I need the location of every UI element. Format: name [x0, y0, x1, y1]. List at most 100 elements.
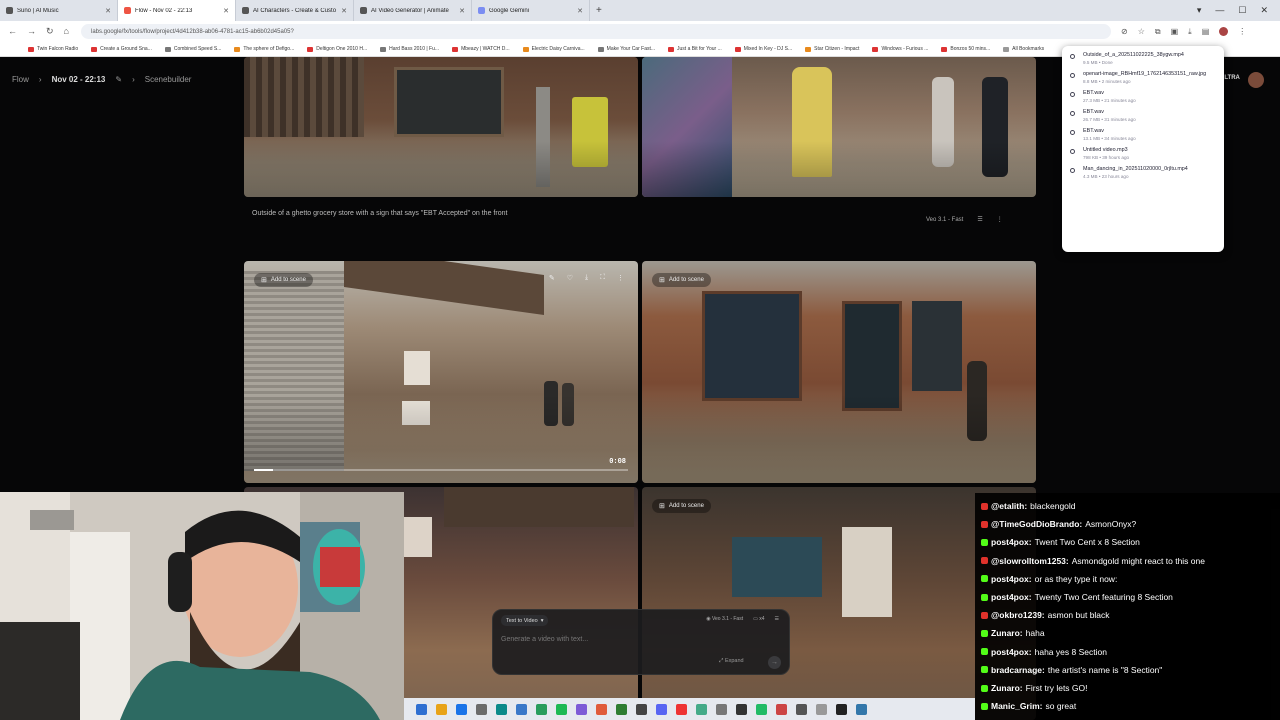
bookmark-item[interactable]: Mixed In Key - DJ S... — [734, 46, 792, 52]
bookmark-item[interactable]: Hard Bass 2010 | Fu... — [380, 46, 439, 52]
reload-icon[interactable]: ↻ — [46, 26, 54, 37]
taskbar-app-icon[interactable] — [676, 703, 687, 715]
taskbar-app-icon[interactable] — [516, 703, 527, 715]
tab-flow[interactable]: Flow - Nov 02 - 22:13 ✕ — [118, 0, 236, 21]
taskbar-app-icon[interactable] — [636, 703, 647, 715]
maximize-icon[interactable]: ☐ — [1238, 5, 1246, 16]
split-icon[interactable]: ▤ — [1202, 27, 1210, 37]
taskbar-app-icon[interactable] — [436, 703, 447, 715]
output-count[interactable]: ▭ x4 — [753, 616, 764, 622]
taskbar-app-icon[interactable] — [616, 703, 627, 715]
close-icon[interactable]: ✕ — [341, 7, 347, 15]
model-selector[interactable]: ◉ Veo 3.1 - Fast — [706, 616, 743, 622]
hide-icon[interactable]: ⊘ — [1121, 27, 1128, 37]
favorite-heart-icon[interactable]: ♡ — [567, 274, 573, 282]
bookmark-item[interactable]: Star Citizen - Impact — [805, 46, 859, 52]
mode-selector[interactable]: Text to Video ▾ — [501, 615, 549, 626]
taskbar-app-icon[interactable] — [476, 703, 487, 715]
taskbar-app-icon[interactable] — [416, 703, 427, 715]
minimize-icon[interactable]: — — [1215, 5, 1224, 16]
bookmark-item[interactable]: Create a Ground Sna... — [91, 46, 152, 52]
taskbar-app-icon[interactable] — [756, 703, 767, 715]
all-bookmarks[interactable]: All Bookmarks — [1003, 46, 1044, 52]
extensions-icon[interactable]: ⧉ — [1155, 27, 1161, 37]
bookmark-item[interactable]: Twin Falcon Radio — [28, 46, 78, 52]
add-to-scene-button[interactable]: ⊞ Add to scene — [652, 273, 711, 287]
bookmark-item[interactable]: Bonzos 50 mins... — [941, 46, 990, 52]
bookmark-item[interactable]: Deltigon One 2010 H... — [307, 46, 367, 52]
account-avatar[interactable] — [1248, 72, 1264, 88]
taskbar-app-icon[interactable] — [696, 703, 707, 715]
scenebuilder-link[interactable]: Scenebuilder — [145, 75, 192, 84]
bookmark-item[interactable]: The sphere of Defigo... — [234, 46, 294, 52]
download-item[interactable]: EBT.wav 26.7 MB • 31 minutes ago — [1070, 109, 1216, 122]
video-clip-r1-left[interactable] — [244, 57, 638, 197]
taskbar-app-icon[interactable] — [716, 703, 727, 715]
sidebar-icon[interactable]: ▣ — [1171, 27, 1179, 37]
close-icon[interactable]: ✕ — [459, 7, 465, 15]
expand-button[interactable]: ⤢ Expand — [719, 658, 744, 665]
edit-icon[interactable]: ✎ — [549, 274, 555, 282]
tab-ai-video-generator[interactable]: AI Video Generator | Animate ✕ — [354, 0, 472, 21]
close-icon[interactable]: ✕ — [223, 7, 229, 15]
fullscreen-icon[interactable]: ⛶ — [600, 274, 605, 282]
download-item[interactable]: EBT.wav 27.3 MB • 21 minutes ago — [1070, 90, 1216, 103]
download-item[interactable]: Untitled video.mp3 798 KB • 39 hours ago — [1070, 147, 1216, 160]
taskbar-app-icon[interactable] — [836, 703, 847, 715]
tab-suno[interactable]: Suno | AI Music ✕ — [0, 0, 118, 21]
breadcrumb-root[interactable]: Flow — [12, 75, 29, 84]
taskbar-app-icon[interactable] — [536, 703, 547, 715]
download-icon[interactable]: ⤓ — [1188, 27, 1192, 37]
close-icon[interactable]: ✕ — [577, 7, 583, 15]
taskbar-app-icon[interactable] — [596, 703, 607, 715]
add-to-scene-button[interactable]: ⊞ Add to scene — [652, 499, 711, 513]
prompt-input[interactable]: Generate a video with text... — [501, 636, 588, 643]
more-options-icon[interactable]: ⋮ — [997, 216, 1003, 223]
edit-pencil-icon[interactable]: ✎ — [115, 75, 122, 84]
bookmark-item[interactable]: Electric Daisy Carniva... — [522, 46, 585, 52]
bookmark-item[interactable]: Make Your Car Fast... — [597, 46, 655, 52]
taskbar-app-icon[interactable] — [816, 703, 827, 715]
tab-gemini[interactable]: Google Gemini ✕ — [472, 0, 590, 21]
settings-icon[interactable]: ☰ — [775, 616, 779, 622]
bookmark-star-icon[interactable]: ☆ — [1138, 27, 1145, 37]
bookmark-item[interactable]: Just a Bit for Your ... — [668, 46, 722, 52]
download-item[interactable]: Man_dancing_in_202511020000_0rjltu.mp4 4.… — [1070, 166, 1216, 179]
video-clip-r1-right[interactable] — [642, 57, 1036, 197]
download-item[interactable]: openart-image_RBHmf19_1762146353151_raw.… — [1070, 71, 1216, 84]
close-window-icon[interactable]: ✕ — [1260, 5, 1268, 16]
taskbar-app-icon[interactable] — [496, 703, 507, 715]
profile-avatar[interactable] — [1219, 26, 1229, 36]
back-icon[interactable]: ← — [8, 26, 17, 37]
home-icon[interactable]: ⌂ — [64, 26, 69, 37]
playback-progress[interactable] — [254, 469, 628, 471]
add-to-scene-button[interactable]: ⊞ Add to scene — [254, 273, 313, 287]
taskbar-app-icon[interactable] — [456, 703, 467, 715]
taskbar-app-icon[interactable] — [556, 703, 567, 715]
tab-search-icon[interactable]: ▾ — [1197, 5, 1202, 16]
download-item[interactable]: Outside_of_a_202511022225_38ygw.mp4 9.5 M… — [1070, 52, 1216, 65]
taskbar-app-icon[interactable] — [656, 703, 667, 715]
video-clip-r2-left[interactable]: ⊞ Add to scene ✎ ♡ ⤓ ⛶ ⋮ 0:08 — [244, 261, 638, 483]
bookmark-item[interactable]: Windows - Furious ... — [872, 46, 928, 52]
url-field[interactable]: labs.google/fx/tools/flow/project/4d412b… — [80, 24, 1111, 39]
taskbar-app-icon[interactable] — [576, 703, 587, 715]
new-tab-button[interactable]: + — [590, 5, 608, 16]
taskbar-app-icon[interactable] — [856, 703, 867, 715]
taskbar-app-icon[interactable] — [736, 703, 747, 715]
video-clip-r2-right[interactable]: ⊞ Add to scene — [642, 261, 1036, 483]
taskbar-app-icon[interactable] — [776, 703, 787, 715]
forward-icon[interactable]: → — [27, 26, 36, 37]
bookmark-item[interactable]: Mbeazy | WATCH D... — [452, 46, 510, 52]
project-title[interactable]: Nov 02 - 22:13 — [52, 75, 106, 84]
download-icon[interactable]: ⤓ — [585, 274, 588, 282]
menu-icon[interactable]: ⋮ — [1238, 27, 1246, 37]
send-button[interactable]: → — [768, 656, 781, 669]
download-item[interactable]: EBT.wav 13.1 MB • 34 minutes ago — [1070, 128, 1216, 141]
bookmark-item[interactable]: Combined Speed S... — [164, 46, 221, 52]
taskbar-app-icon[interactable] — [796, 703, 807, 715]
settings-sliders-icon[interactable]: ☰ — [977, 216, 982, 223]
close-icon[interactable]: ✕ — [105, 7, 111, 15]
tab-ai-characters[interactable]: AI Characters - Create & Custo ✕ — [236, 0, 354, 21]
more-options-icon[interactable]: ⋮ — [617, 274, 624, 282]
